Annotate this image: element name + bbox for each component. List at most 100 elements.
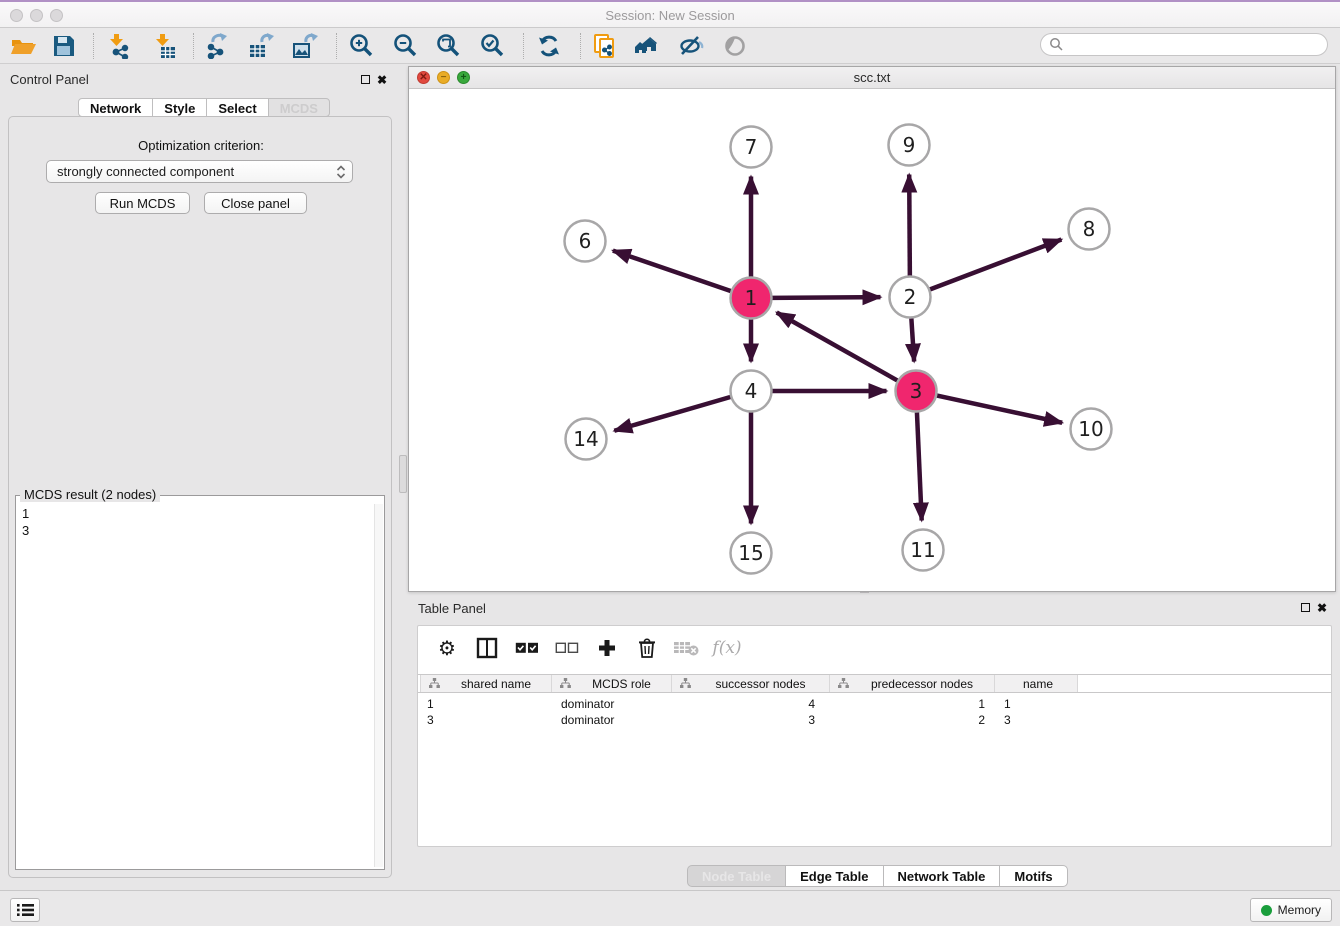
table-row[interactable]: 3 dominator 3 2 3 [418,712,1331,728]
export-image-icon[interactable] [291,32,319,60]
graph-node-label-15: 15 [738,541,763,565]
clone-network-icon[interactable] [591,32,619,60]
task-history-button[interactable] [10,898,40,922]
mcds-result-box: MCDS result (2 nodes) 1 3 [15,495,385,870]
table-panel-title: Table Panel [418,601,486,616]
cell-name[interactable]: 3 [995,712,1078,728]
tab-node-table[interactable]: Node Table [687,865,786,887]
table-panel: Table Panel ✖ ⚙ f(x) [408,596,1336,888]
zoom-fit-icon[interactable] [435,32,463,60]
search-box[interactable] [1040,33,1328,56]
add-column-icon[interactable] [594,635,620,661]
control-panel-float-icon[interactable] [361,75,370,84]
tab-motifs[interactable]: Motifs [999,865,1067,887]
memory-button[interactable]: Memory [1250,898,1332,922]
column-tree-icon [560,678,571,689]
hide-graphics-icon[interactable] [678,32,706,60]
dropdown-value: strongly connected component [57,164,336,179]
tab-style[interactable]: Style [152,98,207,117]
graph-edge-2-9[interactable] [909,174,910,275]
table-toolbar: ⚙ f(x) [418,626,1331,670]
export-table-icon[interactable] [247,32,275,60]
table-settings-gear-icon[interactable]: ⚙ [434,635,460,661]
column-header-mcds-role[interactable]: MCDS role [552,675,672,692]
graph-node-label-11: 11 [910,538,935,562]
close-panel-button[interactable]: Close panel [204,192,307,214]
delete-table-icon [674,635,700,661]
column-tree-icon [838,678,849,689]
list-icon [17,903,34,917]
graph-edge-2-8[interactable] [930,239,1061,289]
cell-successor-nodes[interactable]: 4 [672,696,830,712]
column-header-name[interactable]: name [995,675,1078,692]
graph-edge-1-2[interactable] [772,297,880,298]
graph-edge-2-3[interactable] [911,318,914,361]
select-all-icon[interactable] [514,635,540,661]
inactive-eye-icon[interactable] [722,32,750,60]
cell-shared-name[interactable]: 3 [420,712,552,728]
network-window-titlebar[interactable]: ✕ − + scc.txt [409,67,1335,89]
optimization-criterion-dropdown[interactable]: strongly connected component [46,160,353,183]
column-tree-icon [429,678,440,689]
import-network-icon[interactable] [104,32,132,60]
tab-mcds[interactable]: MCDS [268,98,330,117]
deselect-all-icon[interactable] [554,635,580,661]
graph-edge-4-14[interactable] [614,397,730,431]
network-canvas[interactable]: 7968124314101511 [409,89,1335,591]
cell-mcds-role[interactable]: dominator [552,696,672,712]
tab-edge-table[interactable]: Edge Table [785,865,883,887]
graph-edge-3-1[interactable] [777,312,898,380]
cell-predecessor-nodes[interactable]: 2 [830,712,995,728]
tab-network-table[interactable]: Network Table [883,865,1001,887]
export-network-icon[interactable] [204,32,232,60]
control-panel-close-icon[interactable]: ✖ [377,74,387,86]
function-builder-icon: f(x) [714,635,740,661]
control-panel: Optimization criterion: strongly connect… [8,116,392,878]
cell-predecessor-nodes[interactable]: 1 [830,696,995,712]
control-panel-tabs: Network Style Select MCDS [79,98,330,117]
zoom-out-icon[interactable] [392,32,420,60]
column-tree-icon [680,678,691,689]
cell-successor-nodes[interactable]: 3 [672,712,830,728]
mcds-result-title: MCDS result (2 nodes) [20,487,160,502]
tab-network[interactable]: Network [78,98,153,117]
cell-shared-name[interactable]: 1 [420,696,552,712]
search-icon [1049,37,1064,52]
search-input[interactable] [1069,36,1327,54]
cell-mcds-role[interactable]: dominator [552,712,672,728]
save-session-icon[interactable] [50,32,78,60]
graph-edge-1-6[interactable] [613,251,731,291]
column-header-predecessor-nodes[interactable]: predecessor nodes [830,675,995,692]
toolbar-separator [93,33,94,59]
refresh-icon[interactable] [535,32,563,60]
toolbar-separator [193,33,194,59]
panel-divider-grip[interactable] [399,455,407,493]
graph-edge-3-10[interactable] [937,396,1062,423]
zoom-selected-icon[interactable] [479,32,507,60]
table-panel-close-icon[interactable]: ✖ [1317,602,1327,614]
show-columns-icon[interactable] [474,635,500,661]
delete-column-icon[interactable] [634,635,660,661]
home-icon[interactable] [635,32,663,60]
open-session-icon[interactable] [9,32,37,60]
zoom-in-icon[interactable] [348,32,376,60]
result-line: 1 [22,505,29,522]
graph-node-label-2: 2 [904,285,917,309]
column-header-successor-nodes[interactable]: successor nodes [672,675,830,692]
table-tabs: Node Table Edge Table Network Table Moti… [688,865,1068,887]
import-table-icon[interactable] [150,32,178,60]
cell-name[interactable]: 1 [995,696,1078,712]
column-header-shared-name[interactable]: shared name [420,675,552,692]
table-panel-float-icon[interactable] [1301,603,1310,612]
run-mcds-button[interactable]: Run MCDS [95,192,190,214]
graph-node-label-8: 8 [1083,217,1096,241]
node-table: ⚙ f(x) shared name [417,625,1332,847]
table-row[interactable]: 1 dominator 4 1 1 [418,696,1331,712]
main-toolbar [0,28,1340,64]
tab-select[interactable]: Select [206,98,268,117]
toolbar-separator [523,33,524,59]
network-graph[interactable]: 7968124314101511 [409,89,1335,591]
graph-edge-3-11[interactable] [917,412,922,520]
result-scrollbar[interactable] [374,504,383,867]
control-panel-title: Control Panel [10,72,89,87]
